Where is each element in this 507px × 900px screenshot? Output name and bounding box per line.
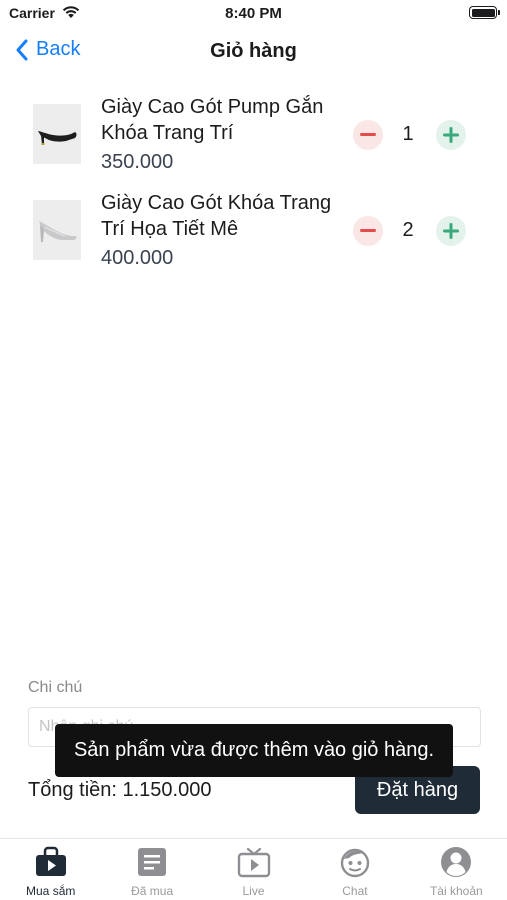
tab-shopping[interactable]: Mua sắm xyxy=(0,839,101,900)
page-title: Giỏ hàng xyxy=(210,40,297,62)
increase-quantity-button[interactable] xyxy=(436,120,466,150)
tab-label: Chat xyxy=(342,884,368,898)
plus-icon xyxy=(443,127,459,143)
product-name: Giày Cao Gót Pump Gắn Khóa Trang Trí xyxy=(101,96,324,144)
quantity-value: 2 xyxy=(402,219,414,241)
cart-list: Giày Cao Gót Pump Gắn Khóa Trang Trí 350… xyxy=(0,90,507,282)
silver-heel-shoe-icon xyxy=(39,221,77,242)
minus-icon xyxy=(360,229,376,232)
status-bar: Carrier 8:40 PM xyxy=(0,0,507,28)
tab-purchased[interactable]: Đã mua xyxy=(101,839,202,900)
chat-face-icon xyxy=(337,845,373,879)
tab-chat[interactable]: Chat xyxy=(304,839,405,900)
tv-icon xyxy=(236,845,272,879)
product-price: 350.000 xyxy=(101,151,174,173)
increase-quantity-button[interactable] xyxy=(436,216,466,246)
quantity-value: 1 xyxy=(402,123,414,145)
toast-message: Sản phẩm vừa được thêm vào giỏ hàng. xyxy=(55,724,453,777)
decrease-quantity-button[interactable] xyxy=(353,216,383,246)
battery-icon xyxy=(469,6,500,19)
tab-label: Live xyxy=(242,884,265,898)
account-icon xyxy=(438,845,474,879)
total-amount: Tổng tiền: 1.150.000 xyxy=(28,779,212,801)
plus-icon xyxy=(443,223,459,239)
cart-item: Giày Cao Gót Khóa Trang Trí Họa Tiết Mê … xyxy=(0,186,507,282)
black-heel-shoe-icon xyxy=(38,131,77,145)
tab-live[interactable]: Live xyxy=(203,839,304,900)
note-label: Chi chú xyxy=(28,679,83,696)
document-icon xyxy=(134,845,170,879)
status-time: 8:40 PM xyxy=(225,5,282,22)
decrease-quantity-button[interactable] xyxy=(353,120,383,150)
shopping-bag-icon xyxy=(33,845,69,879)
product-thumbnail[interactable] xyxy=(33,104,81,164)
product-name: Giày Cao Gót Khóa Trang Trí Họa Tiết Mê xyxy=(101,192,332,240)
tab-label: Đã mua xyxy=(131,884,174,898)
tab-label: Mua sắm xyxy=(26,884,76,898)
product-thumbnail[interactable] xyxy=(33,200,81,260)
navigation-bar: Back Giỏ hàng xyxy=(0,30,507,74)
tab-bar: Mua sắm Đã mua Live Chat Tài khoản xyxy=(0,838,507,900)
minus-icon xyxy=(360,133,376,136)
cart-item: Giày Cao Gót Pump Gắn Khóa Trang Trí 350… xyxy=(0,90,507,186)
product-price: 400.000 xyxy=(101,247,174,269)
tab-account[interactable]: Tài khoản xyxy=(406,839,507,900)
tab-label: Tài khoản xyxy=(429,884,483,898)
